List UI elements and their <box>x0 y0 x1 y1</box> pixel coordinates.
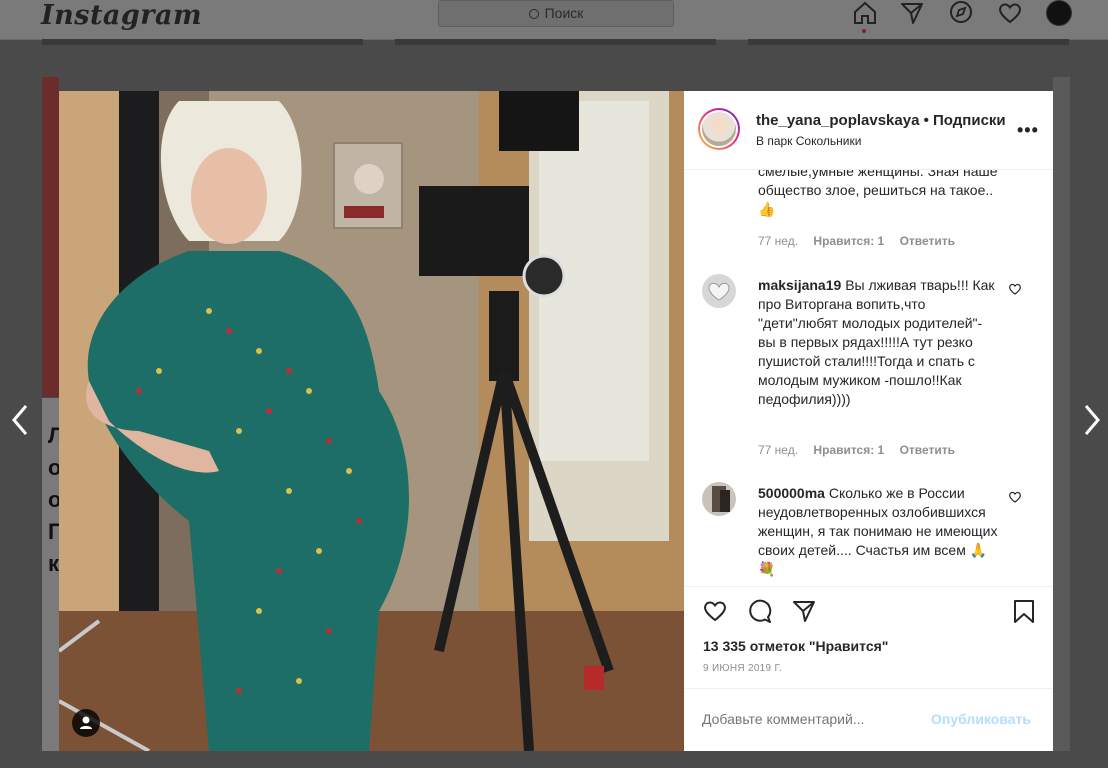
comment-like-icon[interactable] <box>1008 490 1022 504</box>
background-post-tile <box>748 39 1069 45</box>
background-post-tile <box>42 77 59 397</box>
comment-meta: 77 нед. Нравится: 1 Ответить <box>758 443 967 457</box>
post-header: the_yana_poplavskaya • Подписки В парк С… <box>684 91 1053 170</box>
comment-text: смелые,умные женщины. Зная наше общество… <box>758 170 998 217</box>
share-icon[interactable] <box>791 598 817 624</box>
reply-button[interactable]: Ответить <box>900 234 955 248</box>
commenter-avatar[interactable] <box>702 482 736 516</box>
comment-text: Вы лживая тварь!!! Как про Виторгана воп… <box>758 277 995 407</box>
add-comment-section: Опубликовать <box>684 688 1053 752</box>
background-post-tile <box>395 39 716 45</box>
comment-input[interactable] <box>702 711 922 727</box>
comment-username[interactable]: 500000ma <box>758 485 825 501</box>
comment: 500000ma Сколько же в России неудовлетво… <box>758 484 998 579</box>
publish-button[interactable]: Опубликовать <box>931 711 1031 727</box>
author-line: the_yana_poplavskaya • Подписки <box>756 112 1006 129</box>
user-tag-button[interactable] <box>72 709 100 737</box>
post-photo-image <box>59 91 684 751</box>
profile-avatar[interactable] <box>1046 0 1072 26</box>
comment: maksijana19 Вы лживая тварь!!! Как про В… <box>758 276 998 409</box>
search-icon <box>528 9 539 19</box>
comment-username[interactable]: maksijana19 <box>758 277 841 293</box>
post-actions: 13 335 отметок "Нравится" 9 ИЮНЯ 2019 Г. <box>684 586 1053 687</box>
post-details-panel: the_yana_poplavskaya • Подписки В парк С… <box>684 91 1053 751</box>
comment-likes[interactable]: Нравится: 1 <box>813 443 884 457</box>
active-indicator-dot <box>862 29 866 33</box>
comment-likes[interactable]: Нравится: 1 <box>813 234 884 248</box>
person-icon <box>80 716 92 729</box>
comment-like-icon[interactable] <box>1008 282 1022 296</box>
background-post-tile <box>1053 77 1070 751</box>
next-post-arrow[interactable] <box>1080 402 1104 438</box>
instagram-logo[interactable]: Instagram <box>41 0 202 31</box>
comment-time[interactable]: 77 нед. <box>758 234 798 248</box>
top-navigation-bar: Instagram Поиск <box>0 0 1108 40</box>
comment-meta: 77 нед. Нравится: 1 Ответить <box>758 234 967 248</box>
location-link[interactable]: В парк Сокольники <box>756 134 861 148</box>
background-post-tile <box>42 39 363 45</box>
commenter-avatar[interactable] <box>702 274 736 308</box>
comment-icon[interactable] <box>747 598 773 624</box>
heart-icon[interactable] <box>997 0 1023 26</box>
reply-button[interactable]: Ответить <box>900 443 955 457</box>
post-date[interactable]: 9 ИЮНЯ 2019 Г. <box>703 663 782 674</box>
author-avatar[interactable] <box>698 108 740 150</box>
comment-time[interactable]: 77 нед. <box>758 443 798 457</box>
more-dots-icon[interactable]: ••• <box>1017 121 1039 139</box>
author-username[interactable]: the_yana_poplavskaya <box>756 112 919 129</box>
previous-post-arrow[interactable] <box>8 402 32 438</box>
save-bookmark-icon[interactable] <box>1011 598 1037 624</box>
like-icon[interactable] <box>702 598 728 624</box>
home-icon[interactable] <box>852 0 878 26</box>
explore-icon[interactable] <box>948 0 974 26</box>
likes-count[interactable]: 13 335 отметок "Нравится" <box>703 638 888 654</box>
post-photo[interactable] <box>59 91 684 751</box>
search-placeholder: Поиск <box>544 5 584 21</box>
search-input[interactable]: Поиск <box>438 0 674 27</box>
follow-button[interactable]: • Подписки <box>924 112 1006 129</box>
comments-list[interactable]: смелые,умные женщины. Зная наше общество… <box>684 170 1053 586</box>
direct-icon[interactable] <box>899 0 925 26</box>
